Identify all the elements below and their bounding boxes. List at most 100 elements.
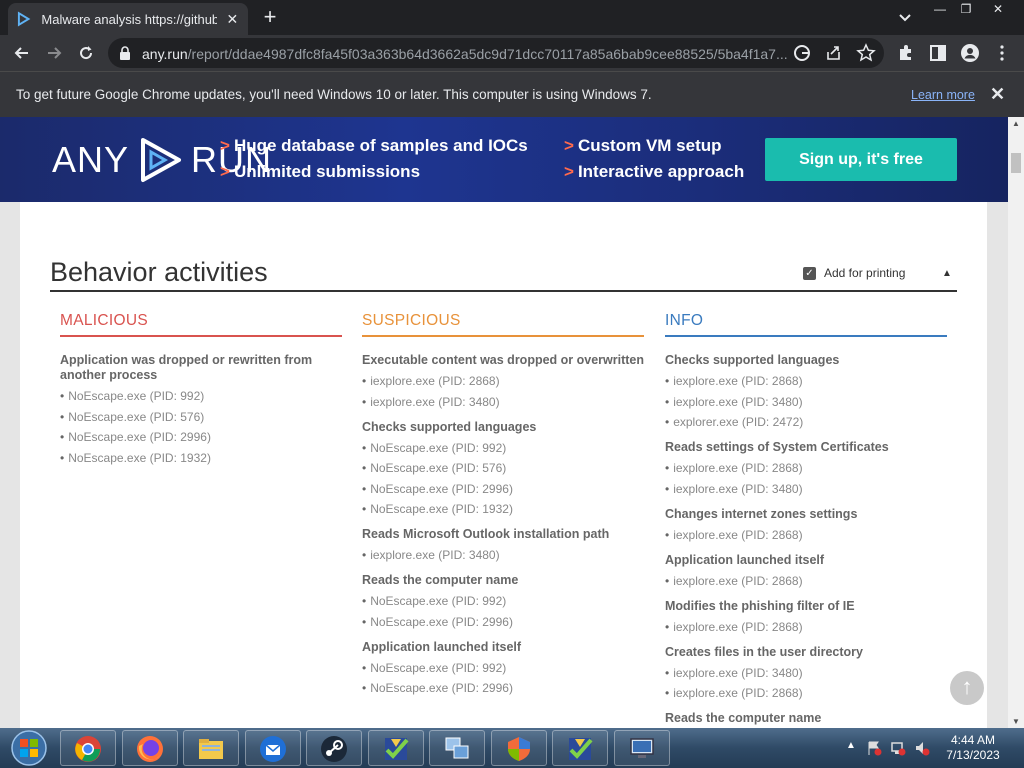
process-item[interactable]: • iexplore.exe (PID: 2868) bbox=[665, 686, 947, 700]
bullet: • bbox=[362, 394, 367, 409]
window-close-button[interactable]: ✕ bbox=[985, 1, 1011, 17]
address-bar[interactable]: any.run/report/ddae4987dfc8fa45f03a363b6… bbox=[108, 38, 884, 68]
bullet: • bbox=[60, 389, 65, 403]
show-hidden-icons-icon[interactable]: ▲ bbox=[846, 740, 856, 751]
process-item[interactable]: • NoEscape.exe (PID: 2996) bbox=[362, 681, 644, 695]
process-item[interactable]: • iexplore.exe (PID: 3480) bbox=[665, 395, 947, 409]
process-item[interactable]: • iexplore.exe (PID: 2868) bbox=[665, 374, 947, 388]
process-item[interactable]: • NoEscape.exe (PID: 2996) bbox=[362, 615, 644, 629]
behavior-title[interactable]: Creates files in the user directory bbox=[665, 645, 947, 660]
taskbar-app-button[interactable] bbox=[490, 730, 547, 766]
behavior-title[interactable]: Executable content was dropped or overwr… bbox=[362, 353, 644, 368]
process-item[interactable]: • NoEscape.exe (PID: 576) bbox=[60, 410, 342, 424]
more-menu-icon[interactable] bbox=[992, 43, 1012, 63]
process-item[interactable]: • iexplore.exe (PID: 3480) bbox=[665, 666, 947, 680]
file-explorer-icon bbox=[199, 739, 223, 759]
browser-tab[interactable]: Malware analysis https://github.c ✕ bbox=[8, 3, 248, 35]
profile-avatar-icon[interactable] bbox=[960, 43, 980, 63]
volume-muted-icon[interactable] bbox=[914, 740, 930, 756]
page-scrollbar[interactable]: ▲ ▼ bbox=[1008, 117, 1024, 728]
behavior-title[interactable]: Changes internet zones settings bbox=[665, 507, 947, 522]
action-center-flag-icon[interactable] bbox=[866, 740, 882, 756]
behavior-title[interactable]: Checks supported languages bbox=[665, 353, 947, 368]
behavior-group: Executable content was dropped or overwr… bbox=[362, 353, 644, 409]
extensions-puzzle-icon[interactable] bbox=[896, 43, 916, 63]
process-item[interactable]: • NoEscape.exe (PID: 992) bbox=[362, 661, 644, 675]
process-item[interactable]: • iexplore.exe (PID: 3480) bbox=[362, 548, 644, 562]
url-text[interactable]: any.run/report/ddae4987dfc8fa45f03a363b6… bbox=[142, 46, 792, 62]
signup-button[interactable]: Sign up, it's free bbox=[765, 138, 957, 181]
process-item[interactable]: • iexplore.exe (PID: 2868) bbox=[362, 374, 644, 388]
behavior-title[interactable]: Application launched itself bbox=[362, 640, 644, 655]
process-item[interactable]: • NoEscape.exe (PID: 992) bbox=[362, 594, 644, 608]
process-item[interactable]: • iexplore.exe (PID: 3480) bbox=[362, 395, 644, 409]
printing-checkbox[interactable]: ✓ bbox=[803, 266, 816, 280]
network-icon[interactable] bbox=[890, 740, 906, 756]
process-item[interactable]: • explorer.exe (PID: 2472) bbox=[665, 415, 947, 429]
infobar-close-button[interactable]: ✕ bbox=[990, 84, 1005, 105]
lock-icon[interactable] bbox=[119, 46, 131, 60]
bookmark-star-icon[interactable] bbox=[856, 43, 876, 63]
minimize-button[interactable]: — bbox=[929, 1, 951, 17]
system-clock[interactable]: 4:44 AM 7/13/2023 bbox=[938, 733, 1008, 763]
behavior-title[interactable]: Reads the computer name bbox=[362, 573, 644, 588]
side-panel-icon[interactable] bbox=[928, 43, 948, 63]
taskbar-app-button[interactable] bbox=[367, 730, 424, 766]
process-item[interactable]: • NoEscape.exe (PID: 2996) bbox=[362, 482, 644, 496]
share-icon[interactable] bbox=[824, 43, 844, 63]
process-name: iexplore.exe (PID: 3480) bbox=[673, 394, 803, 409]
restore-button[interactable]: ❐ bbox=[955, 1, 977, 17]
scroll-up-arrow-icon[interactable]: ▲ bbox=[1012, 119, 1020, 128]
new-tab-button[interactable]: + bbox=[258, 6, 282, 30]
bullet: • bbox=[665, 374, 670, 388]
bullet: • bbox=[665, 619, 670, 634]
start-button-icon[interactable] bbox=[2, 728, 56, 768]
behavior-title[interactable]: Checks supported languages bbox=[362, 420, 644, 435]
process-item[interactable]: • NoEscape.exe (PID: 992) bbox=[60, 389, 342, 403]
google-lens-icon[interactable] bbox=[792, 43, 812, 63]
process-item[interactable]: • iexplore.exe (PID: 2868) bbox=[665, 461, 947, 475]
process-item[interactable]: • iexplore.exe (PID: 3480) bbox=[665, 482, 947, 496]
taskbar-app-button[interactable] bbox=[60, 730, 116, 766]
taskbar-app-button[interactable] bbox=[552, 730, 608, 766]
scroll-to-top-button[interactable]: ↑ bbox=[950, 671, 984, 705]
behavior-title[interactable]: Modifies the phishing filter of IE bbox=[665, 599, 947, 614]
behavior-title[interactable]: Reads settings of System Certificates bbox=[665, 440, 947, 455]
taskbar-app-button[interactable] bbox=[429, 730, 485, 766]
reload-icon[interactable] bbox=[76, 43, 96, 63]
behavior-group: Checks supported languages • iexplore.exe … bbox=[665, 353, 947, 429]
tab-search-chevron-icon[interactable] bbox=[896, 8, 914, 26]
scrollbar-thumb[interactable] bbox=[1011, 153, 1021, 173]
bullet: • bbox=[665, 394, 670, 409]
process-item[interactable]: • NoEscape.exe (PID: 1932) bbox=[60, 451, 342, 465]
behavior-title[interactable]: Reads the computer name bbox=[665, 711, 947, 726]
learn-more-link[interactable]: Learn more bbox=[911, 88, 975, 102]
process-item[interactable]: • iexplore.exe (PID: 2868) bbox=[665, 620, 947, 634]
behavior-title[interactable]: Reads Microsoft Outlook installation pat… bbox=[362, 527, 644, 542]
taskbar-app-button[interactable] bbox=[244, 730, 301, 766]
add-for-printing-toggle[interactable]: ✓ Add for printing bbox=[803, 266, 905, 280]
process-item[interactable]: • iexplore.exe (PID: 2868) bbox=[665, 528, 947, 542]
behavior-title[interactable]: Application launched itself bbox=[665, 553, 947, 568]
collapse-arrow-icon[interactable]: ▲ bbox=[942, 268, 952, 279]
back-arrow-icon[interactable] bbox=[12, 43, 32, 63]
taskbar-app-button[interactable] bbox=[121, 730, 178, 766]
forward-arrow-icon[interactable] bbox=[44, 43, 64, 63]
taskbar-app-button[interactable] bbox=[183, 730, 239, 766]
taskbar-app-button[interactable] bbox=[613, 730, 670, 766]
process-item[interactable]: • NoEscape.exe (PID: 992) bbox=[362, 441, 644, 455]
process-item[interactable]: • NoEscape.exe (PID: 2996) bbox=[60, 430, 342, 444]
clock-time: 4:44 AM bbox=[950, 733, 996, 747]
behavior-card: Behavior activities ✓ Add for printing ▲… bbox=[20, 202, 987, 728]
process-name: NoEscape.exe (PID: 1932) bbox=[370, 502, 513, 516]
process-item[interactable]: • NoEscape.exe (PID: 1932) bbox=[362, 502, 644, 516]
process-item[interactable]: • NoEscape.exe (PID: 576) bbox=[362, 461, 644, 475]
printing-label: Add for printing bbox=[824, 266, 906, 280]
title-divider bbox=[50, 290, 957, 292]
process-item[interactable]: • iexplore.exe (PID: 2868) bbox=[665, 574, 947, 588]
scroll-down-arrow-icon[interactable]: ▼ bbox=[1012, 717, 1020, 726]
bullet: • bbox=[665, 665, 670, 680]
tab-close-button[interactable]: ✕ bbox=[225, 11, 240, 28]
taskbar-app-button[interactable] bbox=[306, 730, 362, 766]
behavior-title[interactable]: Application was dropped or rewritten fro… bbox=[60, 353, 342, 383]
